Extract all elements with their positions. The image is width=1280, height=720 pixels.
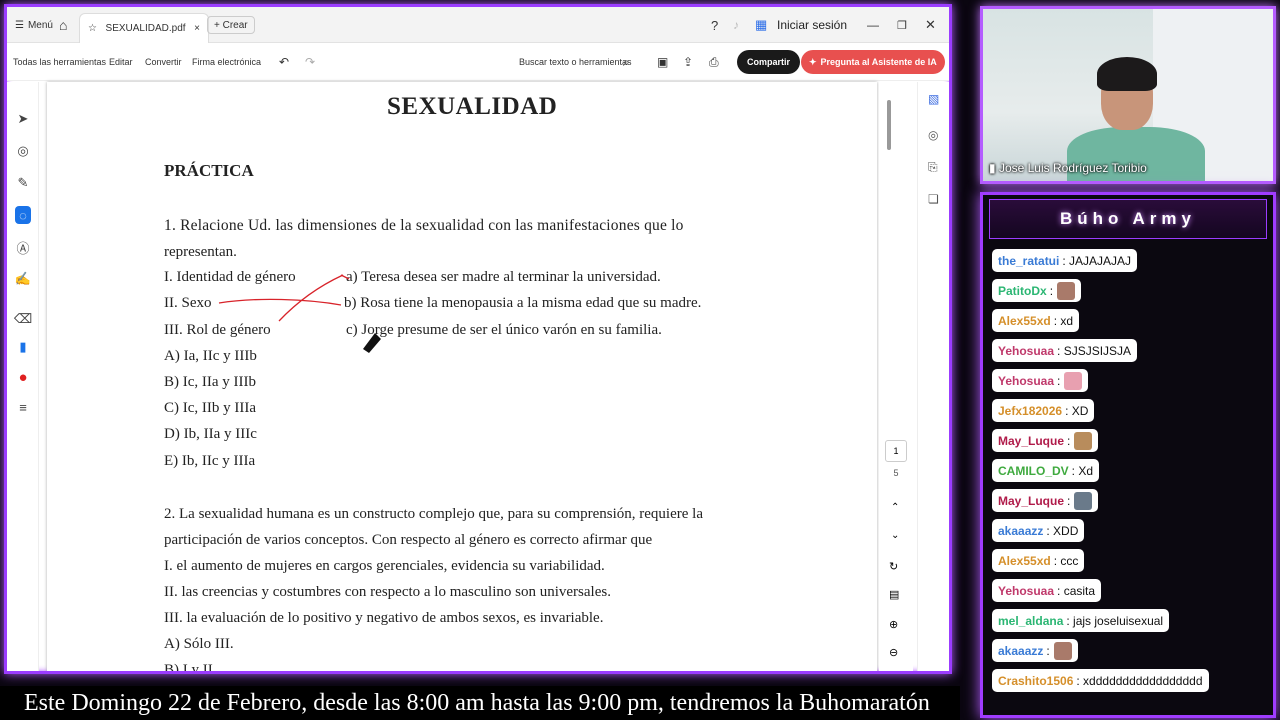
- chat-text: :: [1049, 283, 1054, 298]
- chat-text: : XDD: [1046, 523, 1079, 538]
- chat-message: Crashito1506: xddddddddddddddddd: [992, 669, 1209, 692]
- presenter-hair: [1097, 57, 1157, 91]
- chat-text: : SJSJSIJSJA: [1057, 343, 1132, 358]
- emote-icon: [1074, 491, 1093, 510]
- refresh-icon[interactable]: ↻: [889, 560, 898, 573]
- chat-text: : casita: [1057, 583, 1096, 598]
- chat-username: the_ratatui: [998, 253, 1060, 268]
- chat-text: :: [1067, 433, 1071, 448]
- webcam-feed: ▮ Jose Luis Rodríguez Toribio: [980, 6, 1276, 184]
- signal-icon: ▮: [989, 161, 996, 175]
- chat-username: akaaazz: [998, 643, 1044, 658]
- chat-text: :: [1057, 373, 1061, 388]
- page-view-icon[interactable]: ▤: [889, 588, 899, 601]
- chat-title: Búho Army: [989, 199, 1267, 239]
- page-down-icon[interactable]: ⌄: [891, 530, 899, 541]
- webcam-name-label: ▮ Jose Luis Rodríguez Toribio: [989, 161, 1147, 175]
- bookmark-icon[interactable]: ⎘: [928, 160, 938, 175]
- zoom-out-icon[interactable]: ⊖: [889, 646, 898, 659]
- presenter-name: Jose Luis Rodríguez Toribio: [998, 161, 1147, 175]
- chat-text: :: [1067, 493, 1071, 508]
- chat-text: : JAJAJAJAJ: [1062, 253, 1132, 268]
- chat-message: Yehosuaa: casita: [992, 579, 1102, 602]
- chat-text: : XD: [1065, 403, 1089, 418]
- chat-username: Yehosuaa: [998, 343, 1055, 358]
- pen-cursor-icon: [363, 333, 381, 353]
- chat-username: Alex55xd: [998, 313, 1051, 328]
- pdf-viewer-window: ☰ Menú ⌂ ☆ SEXUALIDAD.pdf × + Crear ? ♪ ▦ I…: [4, 4, 952, 674]
- emote-icon: [1074, 431, 1093, 450]
- chat-text: : ccc: [1053, 553, 1079, 568]
- comments-panel-icon[interactable]: ◎: [928, 128, 938, 142]
- chat-username: PatitoDx: [998, 283, 1047, 298]
- zoom-in-icon[interactable]: ⊕: [889, 618, 898, 631]
- chat-message: akaaazz: XDD: [992, 519, 1085, 542]
- chat-message: akaaazz:: [992, 639, 1078, 662]
- chat-message: mel_aldana: jajs joseluisexual: [992, 609, 1170, 632]
- ink-stroke-2: [278, 274, 344, 322]
- chat-message: Alex55xd: ccc: [992, 549, 1085, 572]
- chat-username: Jefx182026: [998, 403, 1063, 418]
- ink-stroke-3: [340, 274, 350, 280]
- chat-text: : Xd: [1071, 463, 1094, 478]
- scrollbar-thumb[interactable]: [887, 100, 891, 150]
- chat-text: : xddddddddddddddddd: [1076, 673, 1203, 688]
- page-number-total: 5: [893, 468, 899, 478]
- chat-message: Yehosuaa: SJSJSIJSJA: [992, 339, 1138, 362]
- emote-icon: [1053, 641, 1072, 660]
- pages-panel-icon[interactable]: ❏: [928, 192, 939, 206]
- chat-username: May_Luque: [998, 433, 1065, 448]
- chat-message: Yehosuaa:: [992, 369, 1089, 392]
- page-up-icon[interactable]: ⌃: [891, 502, 899, 513]
- ink-annotations: [218, 274, 381, 353]
- presenter-body: [1067, 127, 1205, 181]
- chat-message: the_ratatui: JAJAJAJAJ: [992, 249, 1138, 272]
- chat-message: PatitoDx:: [992, 279, 1082, 302]
- chat-username: May_Luque: [998, 493, 1065, 508]
- right-panel-rail: ▧ ◎ ⎘ ❏: [917, 82, 949, 671]
- chat-username: akaaazz: [998, 523, 1044, 538]
- chat-text: : xd: [1053, 313, 1074, 328]
- chat-message: Jefx182026: XD: [992, 399, 1095, 422]
- page-scroller[interactable]: 1 5 ⌃ ⌄ ↻ ▤ ⊕ ⊖: [879, 82, 913, 671]
- chat-text: : jajs joseluisexual: [1066, 613, 1164, 628]
- chat-message: May_Luque:: [992, 489, 1099, 512]
- emote-icon: [1064, 371, 1083, 390]
- chat-overlay: Búho Army the_ratatui: JAJAJAJAJ PatitoDx…: [980, 192, 1276, 718]
- ai-panel-icon[interactable]: ▧: [928, 92, 939, 106]
- chat-username: Alex55xd: [998, 553, 1051, 568]
- chat-username: mel_aldana: [998, 613, 1064, 628]
- announcement-ticker: Este Domingo 22 de Febrero, desde las 8:…: [0, 686, 960, 720]
- page-number-current[interactable]: 1: [885, 440, 907, 462]
- chat-message: Alex55xd: xd: [992, 309, 1080, 332]
- ink-stroke-1: [218, 298, 342, 306]
- chat-username: Yehosuaa: [998, 583, 1055, 598]
- emote-icon: [1057, 281, 1076, 300]
- chat-username: Crashito1506: [998, 673, 1074, 688]
- chat-username: Yehosuaa: [998, 373, 1055, 388]
- chat-text: :: [1046, 643, 1050, 658]
- chat-message: May_Luque:: [992, 429, 1099, 452]
- chat-message: CAMILO_DV: Xd: [992, 459, 1100, 482]
- chat-username: CAMILO_DV: [998, 463, 1069, 478]
